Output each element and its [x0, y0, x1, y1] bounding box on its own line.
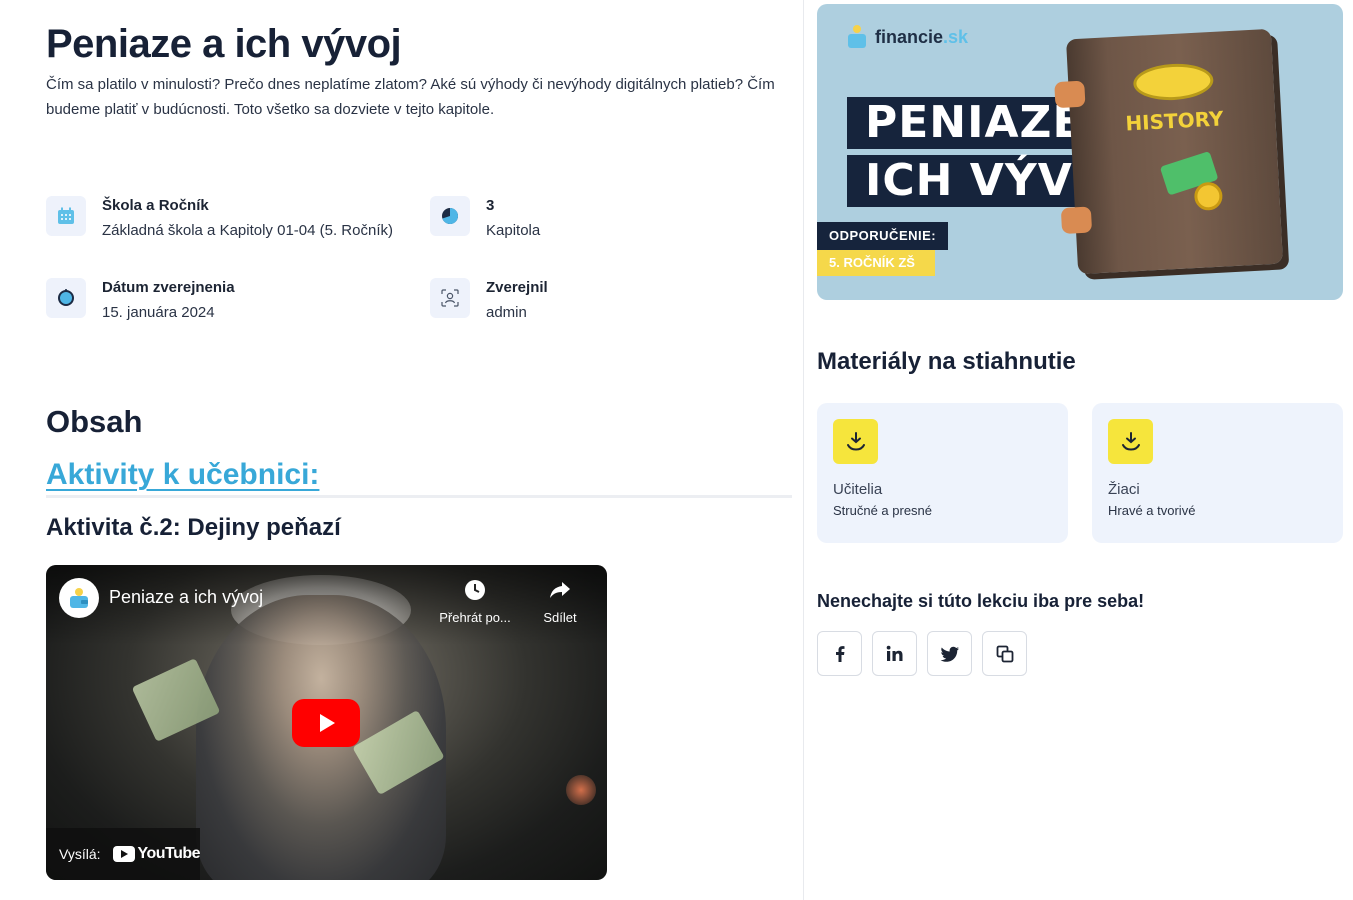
video-thumbnail-lamp	[566, 775, 596, 805]
meta-published-value: 15. januára 2024	[102, 304, 215, 321]
material-teachers-title: Učitelia	[833, 481, 883, 498]
clock-icon	[46, 278, 86, 318]
material-card-students[interactable]: Žiaci Hravé a tvorivé	[1092, 403, 1343, 543]
clock-icon	[465, 580, 485, 600]
broadcast-label: Vysílá:	[59, 846, 101, 862]
watch-later-label: Přehrát po...	[439, 610, 511, 625]
column-separator	[803, 0, 804, 900]
lesson-banner-image: financie .sk PENIAZE A ICH VÝVOJ ODPORUČE…	[817, 4, 1343, 300]
book-strap-bottom	[1060, 206, 1093, 234]
article-column: Peniaze a ich vývoj Čím sa platilo v min…	[46, 0, 792, 900]
video-title[interactable]: Peniaze a ich vývoj	[109, 587, 263, 608]
share-heading: Nenechajte si túto lekciu iba pre seba!	[817, 591, 1145, 611]
share-linkedin-button[interactable]	[872, 631, 917, 676]
share-video-label: Sdílet	[543, 610, 577, 625]
meta-chapter: 3 Kapitola	[430, 194, 540, 244]
meta-school-label: Škola a Ročník	[102, 197, 209, 214]
material-students-subtitle: Hravé a tvorivé	[1108, 503, 1196, 518]
meta-published: Dátum zverejnenia 15. januára 2024	[46, 276, 235, 326]
linkedin-icon	[886, 645, 902, 661]
channel-avatar[interactable]	[59, 578, 99, 618]
copy-icon	[996, 645, 1013, 662]
wallet-icon	[70, 588, 88, 608]
material-teachers-subtitle: Stručné a presné	[833, 503, 933, 518]
book-label: HISTORY	[1124, 106, 1224, 136]
facebook-icon	[835, 645, 844, 662]
copy-link-button[interactable]	[982, 631, 1027, 676]
play-button[interactable]	[292, 699, 360, 747]
youtube-logo[interactable]: YouTube	[112, 845, 201, 863]
share-twitter-button[interactable]	[927, 631, 972, 676]
banner-recommendation: ODPORUČENIE:	[817, 222, 949, 250]
content-heading: Obsah	[46, 404, 143, 439]
meta-author: Zverejnil admin	[430, 276, 548, 326]
youtube-video-player[interactable]: Peniaze a ich vývoj Přehrát po... Sdílet…	[46, 565, 607, 880]
share-facebook-button[interactable]	[817, 631, 862, 676]
play-icon	[320, 714, 335, 732]
youtube-wordmark: YouTube	[137, 845, 201, 862]
meta-author-value: admin	[486, 304, 527, 321]
share-arrow-icon	[550, 582, 570, 598]
material-students-title: Žiaci	[1108, 481, 1140, 498]
book-strap-top	[1054, 80, 1086, 109]
meta-chapter-label: 3	[486, 197, 495, 214]
meta-school: Škola a Ročník Základná škola a Kapitoly…	[46, 194, 393, 244]
download-icon[interactable]	[833, 419, 878, 464]
youtube-play-icon	[112, 846, 135, 862]
share-video-button[interactable]: Sdílet	[520, 579, 600, 625]
material-card-teachers[interactable]: Učitelia Stručné a presné	[817, 403, 1068, 543]
banner-grade: 5. ROČNÍK ZŠ	[817, 250, 935, 276]
wallet-icon	[848, 25, 866, 48]
calendar-icon	[46, 196, 86, 236]
banner-brand: financie .sk	[847, 24, 968, 50]
meta-author-label: Zverejnil	[486, 279, 548, 296]
coin-illustration	[1193, 181, 1224, 212]
brand-name: financie	[875, 26, 944, 47]
page-title: Peniaze a ich vývoj	[46, 22, 402, 66]
twitter-icon	[940, 646, 959, 662]
activities-link[interactable]: Aktivity k učebnici:	[46, 458, 319, 492]
watch-on-youtube-bar[interactable]: Vysílá: YouTube	[46, 828, 201, 880]
watch-later-button[interactable]: Přehrát po...	[435, 579, 515, 625]
divider	[46, 495, 792, 498]
meta-published-label: Dátum zverejnenia	[102, 279, 235, 296]
history-book-illustration: HISTORY	[1054, 28, 1284, 275]
book-seal	[1132, 61, 1215, 103]
meta-school-value: Základná škola a Kapitoly 01-04 (5. Ročn…	[102, 222, 393, 239]
page-description: Čím sa platilo v minulosti? Prečo dnes n…	[46, 76, 775, 118]
download-icon[interactable]	[1108, 419, 1153, 464]
meta-chapter-value: Kapitola	[486, 222, 541, 239]
pie-chart-icon	[430, 196, 470, 236]
materials-heading: Materiály na stiahnutie	[817, 348, 1076, 375]
activity-heading: Aktivita č.2: Dejiny peňazí	[46, 514, 341, 541]
brand-tld: .sk	[943, 26, 969, 47]
user-icon	[430, 278, 470, 318]
